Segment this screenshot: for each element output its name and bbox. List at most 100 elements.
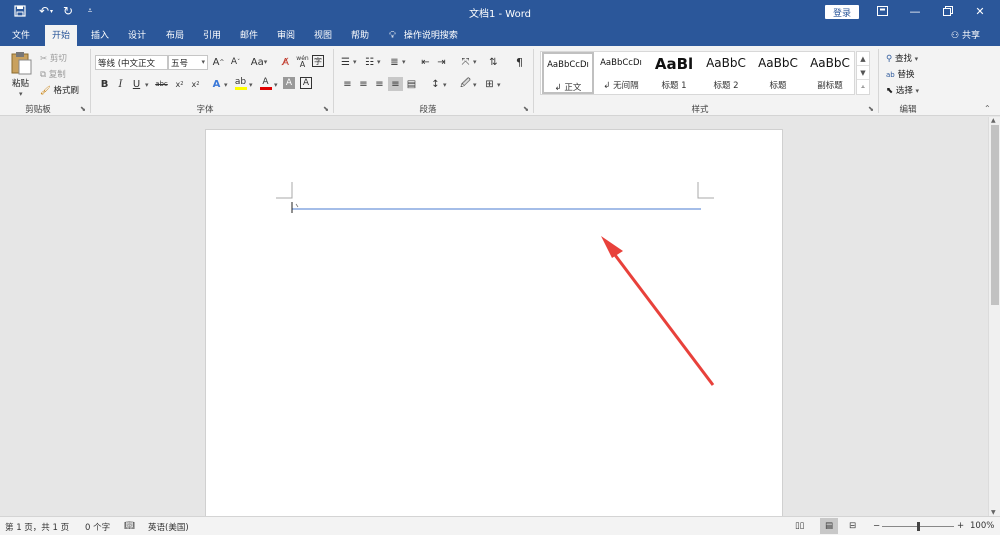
text-effects-icon[interactable]: A bbox=[209, 77, 224, 91]
highlight-dropdown-icon[interactable]: ▾ bbox=[249, 81, 253, 89]
restore-ribbon-icon[interactable] bbox=[872, 3, 892, 19]
web-layout-icon[interactable]: ⊟ bbox=[849, 521, 856, 531]
text-effects-dropdown-icon[interactable]: ▾ bbox=[224, 81, 228, 89]
zoom-in-icon[interactable]: + bbox=[957, 521, 964, 531]
select-button[interactable]: ⬉ 选择 ▾ bbox=[886, 84, 919, 96]
collapse-ribbon-icon[interactable]: ⌃ bbox=[984, 104, 991, 113]
clear-format-icon[interactable]: A̸ bbox=[278, 55, 293, 69]
distributed-icon[interactable]: ▤ bbox=[404, 77, 419, 91]
align-left-icon[interactable]: ≡ bbox=[340, 77, 355, 91]
tab-design[interactable]: 设计 bbox=[128, 28, 146, 41]
share-button[interactable]: ⚇ 共享 bbox=[951, 28, 980, 41]
font-color-dropdown-icon[interactable]: ▾ bbox=[274, 81, 278, 89]
scroll-up-icon[interactable]: ▲ bbox=[857, 52, 869, 66]
underline-dropdown-icon[interactable]: ▾ bbox=[145, 81, 149, 89]
more-styles-icon[interactable]: ⩡ bbox=[857, 80, 869, 94]
multilevel-dropdown-icon[interactable]: ▾ bbox=[402, 58, 406, 66]
font-name-select[interactable]: 等线 (中文正文 bbox=[95, 55, 168, 70]
numbering-dropdown-icon[interactable]: ▾ bbox=[377, 58, 381, 66]
line-spacing-dropdown-icon[interactable]: ▾ bbox=[443, 81, 447, 89]
change-case-button[interactable]: Aa ▾ bbox=[248, 55, 270, 69]
line-spacing-icon[interactable]: ↕ bbox=[428, 77, 443, 91]
increase-indent-icon[interactable]: ⇥ bbox=[434, 55, 449, 69]
tab-help[interactable]: 帮助 bbox=[351, 28, 369, 41]
cut-button[interactable]: ✂ 剪切 bbox=[40, 52, 67, 64]
font-color-icon[interactable]: A bbox=[258, 76, 273, 90]
justify-icon[interactable]: ≡ bbox=[388, 77, 403, 91]
subscript-icon[interactable]: x2 bbox=[172, 77, 187, 91]
tab-mailings[interactable]: 邮件 bbox=[240, 28, 258, 41]
read-mode-icon[interactable]: ▯▯ bbox=[795, 521, 804, 531]
style-no-spacing[interactable]: AaBbCcDı ↲ 无间隔 bbox=[597, 52, 645, 94]
language[interactable]: 英语(美国) bbox=[148, 521, 189, 533]
style-normal[interactable]: AaBbCcDı ↲ 正文 bbox=[542, 52, 594, 94]
format-painter-button[interactable]: 🖌︎ 格式刷 bbox=[40, 84, 79, 96]
tab-view[interactable]: 视图 bbox=[314, 28, 332, 41]
tab-file[interactable]: 文件 bbox=[12, 28, 30, 41]
char-border-button[interactable]: A bbox=[300, 77, 312, 89]
font-launcher-icon[interactable]: ⬊ bbox=[323, 105, 329, 113]
style-title[interactable]: AaBbC 标题 bbox=[753, 52, 803, 94]
shrink-font-icon[interactable]: Aˇ bbox=[228, 55, 243, 69]
paste-button[interactable]: 粘贴 ▾ bbox=[8, 51, 36, 99]
paste-dropdown-icon[interactable]: ▾ bbox=[19, 90, 23, 98]
clipboard-launcher-icon[interactable]: ⬊ bbox=[80, 105, 86, 113]
align-center-icon[interactable]: ≡ bbox=[356, 77, 371, 91]
close-icon[interactable]: ✕ bbox=[970, 3, 990, 19]
chinese-layout-icon[interactable]: ⤧ bbox=[458, 55, 473, 69]
tab-insert[interactable]: 插入 bbox=[91, 28, 109, 41]
tab-home[interactable]: 开始 bbox=[45, 25, 78, 46]
shading-icon[interactable]: 🖉︎ bbox=[458, 77, 473, 91]
style-subtitle[interactable]: AaBbC 副标题 bbox=[805, 52, 855, 94]
style-heading-1[interactable]: AaBl 标题 1 bbox=[649, 52, 699, 94]
tab-review[interactable]: 审阅 bbox=[277, 28, 295, 41]
minimize-icon[interactable]: — bbox=[905, 3, 925, 19]
sort-icon[interactable]: ⇅ bbox=[486, 55, 501, 69]
tab-references[interactable]: 引用 bbox=[203, 28, 221, 41]
shading-dropdown-icon[interactable]: ▾ bbox=[473, 81, 477, 89]
show-marks-icon[interactable]: ¶ bbox=[512, 55, 527, 69]
print-layout-icon[interactable]: ▤ bbox=[820, 518, 838, 534]
word-count[interactable]: 0 个字 bbox=[85, 521, 110, 533]
replace-button[interactable]: ab 替换 bbox=[886, 68, 914, 80]
tab-layout[interactable]: 布局 bbox=[166, 28, 184, 41]
numbering-icon[interactable]: ☷ bbox=[362, 55, 377, 69]
proofing-icon[interactable]: 📖︎ bbox=[124, 521, 135, 531]
grow-font-icon[interactable]: A ^ bbox=[211, 55, 226, 69]
zoom-level[interactable]: 100% bbox=[970, 521, 994, 531]
zoom-slider[interactable] bbox=[882, 522, 954, 531]
char-shading-button[interactable]: A bbox=[283, 77, 295, 89]
borders-dropdown-icon[interactable]: ▾ bbox=[497, 81, 501, 89]
styles-launcher-icon[interactable]: ⬊ bbox=[868, 105, 874, 113]
font-size-select[interactable]: 五号 ▾ bbox=[168, 55, 208, 70]
enclose-char-button[interactable]: 字 bbox=[312, 55, 324, 67]
maximize-icon[interactable] bbox=[938, 3, 958, 19]
decrease-indent-icon[interactable]: ⇤ bbox=[418, 55, 433, 69]
vertical-scrollbar[interactable]: ▲ ▼ bbox=[988, 117, 1000, 516]
underline-icon[interactable]: U bbox=[129, 77, 144, 91]
zoom-slider-thumb[interactable] bbox=[916, 522, 920, 531]
scrollbar-thumb[interactable] bbox=[991, 125, 999, 305]
chinese-layout-dropdown-icon[interactable]: ▾ bbox=[473, 58, 477, 66]
zoom-out-icon[interactable]: − bbox=[873, 521, 880, 531]
paragraph-launcher-icon[interactable]: ⬊ bbox=[523, 105, 529, 113]
highlight-icon[interactable]: ab bbox=[233, 76, 248, 90]
scroll-down-arrow-icon[interactable]: ▼ bbox=[991, 509, 996, 516]
find-button[interactable]: ⚲ 查找 ▾ bbox=[886, 52, 918, 64]
login-button[interactable]: 登录 bbox=[825, 5, 859, 19]
superscript-icon[interactable]: x2 bbox=[188, 77, 203, 91]
bold-icon[interactable]: B bbox=[97, 77, 112, 91]
page-count[interactable]: 第 1 页，共 1 页 bbox=[5, 521, 69, 533]
strikethrough-icon[interactable]: abc bbox=[154, 77, 169, 91]
align-right-icon[interactable]: ≡ bbox=[372, 77, 387, 91]
bullets-icon[interactable]: ☰ bbox=[338, 55, 353, 69]
scroll-up-arrow-icon[interactable]: ▲ bbox=[991, 117, 996, 124]
copy-button[interactable]: ⧉ 复制 bbox=[40, 68, 66, 80]
scroll-down-icon[interactable]: ▼ bbox=[857, 66, 869, 80]
document-page[interactable] bbox=[205, 129, 783, 529]
multilevel-list-icon[interactable]: ≣ bbox=[387, 55, 402, 69]
italic-icon[interactable]: I bbox=[113, 77, 128, 91]
phonetic-guide-button[interactable]: wén A bbox=[295, 55, 310, 69]
tell-me-search[interactable]: 💡︎ 操作说明搜索 bbox=[389, 28, 458, 41]
bullets-dropdown-icon[interactable]: ▾ bbox=[353, 58, 357, 66]
